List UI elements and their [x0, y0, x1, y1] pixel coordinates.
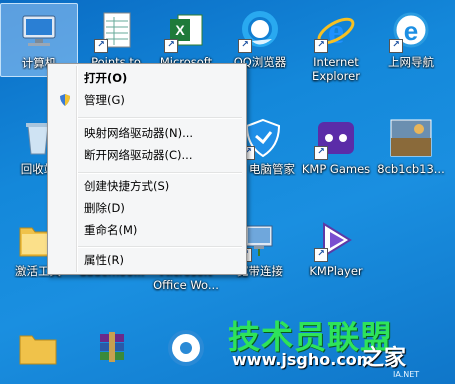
qq-browser-icon: ↗: [238, 9, 282, 53]
menu-item-map-network-drive[interactable]: 映射网络驱动器(N)...: [50, 123, 244, 143]
context-menu: 打开(O) 管理(G) 映射网络驱动器(N)... 断开网络驱动器(C)... …: [47, 63, 247, 275]
shortcut-arrow-icon: ↗: [314, 146, 328, 160]
kmplayer-icon: ↗: [314, 218, 358, 262]
desktop-icon-winrar[interactable]: [74, 320, 150, 384]
menu-separator: [78, 172, 242, 174]
desktop-icon-internet-navigation[interactable]: e ↗ 上网导航: [373, 3, 449, 69]
internet-explorer-icon: e ↗: [314, 9, 358, 53]
menu-item-delete[interactable]: 删除(D): [50, 198, 244, 218]
svg-text:e: e: [404, 16, 418, 46]
desktop-icon-kmplayer[interactable]: ↗ KMPlayer: [298, 212, 374, 278]
menu-separator: [78, 246, 242, 248]
shortcut-arrow-icon: ↗: [314, 248, 328, 262]
uac-shield-icon: [60, 94, 70, 106]
menu-separator: [78, 117, 242, 119]
desktop-icon-qq-browser[interactable]: ↗ QQ浏览器: [222, 3, 298, 69]
media-player-icon: [164, 326, 208, 370]
menu-item-open[interactable]: 打开(O): [50, 68, 244, 88]
desktop-icon-label: KMPlayer: [309, 264, 363, 278]
desktop-icon-internet-explorer[interactable]: e ↗ Internet Explorer: [298, 3, 374, 83]
menu-item-rename[interactable]: 重命名(M): [50, 220, 244, 240]
shortcut-arrow-icon: ↗: [94, 39, 108, 53]
desktop-icon-label: KMP Games: [301, 162, 371, 176]
watermark-url: www.jsgho.com: [232, 350, 374, 369]
browser-e-icon: e ↗: [389, 9, 433, 53]
gamepad-icon: ↗: [314, 116, 358, 160]
desktop-icon-label: 8cb1cb13...: [377, 162, 445, 176]
shortcut-arrow-icon: ↗: [314, 39, 328, 53]
winrar-icon: [90, 326, 134, 370]
image-thumbnail-icon: [389, 116, 433, 160]
shortcut-arrow-icon: ↗: [238, 39, 252, 53]
spreadsheet-icon: ↗: [94, 9, 138, 53]
desktop-icon-player[interactable]: [148, 320, 224, 384]
folder-icon: [16, 326, 60, 370]
svg-text:e: e: [328, 11, 344, 51]
desktop-icon-microsoft-excel[interactable]: X ↗ Microsoft: [148, 3, 224, 69]
shield-manager-icon: ↗: [241, 116, 285, 160]
desktop-icon-kmp-games[interactable]: ↗ KMP Games: [298, 110, 374, 176]
watermark-suffix: 之家: [362, 346, 407, 371]
desktop: 计算机 ↗ Points to X ↗ Microsoft ↗ QQ浏览器 e …: [0, 0, 455, 384]
excel-icon: X ↗: [164, 9, 208, 53]
menu-item-properties[interactable]: 属性(R): [50, 250, 244, 270]
shortcut-arrow-icon: ↗: [164, 39, 178, 53]
svg-text:X: X: [175, 22, 185, 38]
computer-icon: [17, 10, 61, 54]
watermark-small: IA.NET: [393, 370, 420, 379]
desktop-icon-label: Internet Explorer: [312, 55, 360, 83]
menu-item-create-shortcut[interactable]: 创建快捷方式(S): [50, 176, 244, 196]
desktop-icon-image-file[interactable]: 8cb1cb13...: [373, 110, 449, 176]
shortcut-arrow-icon: ↗: [389, 39, 403, 53]
desktop-icon-folder-bottom[interactable]: [0, 320, 76, 384]
desktop-icon-points-to[interactable]: ↗ Points to: [78, 3, 154, 69]
desktop-icon-label: 上网导航: [388, 55, 434, 69]
menu-item-manage[interactable]: 管理(G): [50, 90, 244, 110]
menu-item-disconnect-network-drive[interactable]: 断开网络驱动器(C)...: [50, 145, 244, 165]
